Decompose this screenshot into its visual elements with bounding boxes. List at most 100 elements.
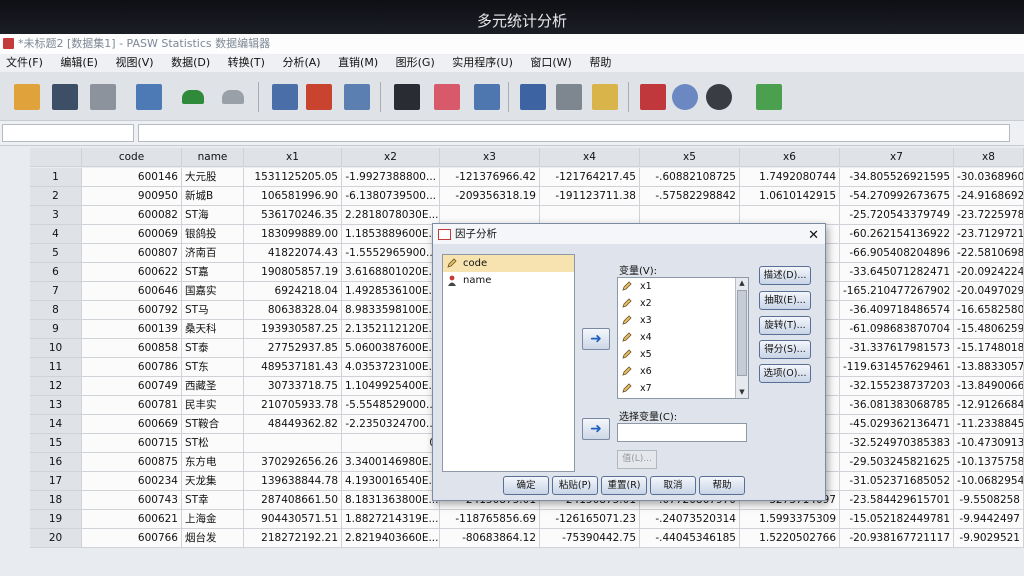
table-cell[interactable]: -6.1380739500... [342, 187, 440, 206]
table-cell[interactable]: -121764217.45 [540, 168, 640, 187]
menu-transform[interactable]: 转换(T) [228, 54, 265, 72]
table-cell[interactable]: -2.2350324700... [342, 415, 440, 434]
table-cell[interactable]: -13.8833057 [954, 358, 1024, 377]
table-cell[interactable]: 80638328.04 [244, 301, 342, 320]
table-cell[interactable]: 2.2818078030E... [342, 206, 440, 225]
table-cell[interactable]: -32.155238737203 [840, 377, 954, 396]
table-cell[interactable]: 218272192.21 [244, 529, 342, 548]
cancel-button[interactable]: 取消 [650, 476, 696, 495]
table-cell[interactable]: -191123711.38 [540, 187, 640, 206]
row-number[interactable]: 3 [30, 206, 82, 225]
table-cell[interactable]: 600622 [82, 263, 182, 282]
table-cell[interactable]: -25.720543379749 [840, 206, 954, 225]
table-cell[interactable]: 8.1831363800E... [342, 491, 440, 510]
row-number[interactable]: 12 [30, 377, 82, 396]
table-cell[interactable]: 27752937.85 [244, 339, 342, 358]
table-cell[interactable]: -209356318.19 [440, 187, 540, 206]
variable-item[interactable]: x5 [618, 346, 748, 363]
table-cell[interactable]: 904430571.51 [244, 510, 342, 529]
row-number[interactable]: 15 [30, 434, 82, 453]
table-cell[interactable]: 2.8219403660E... [342, 529, 440, 548]
table-cell[interactable]: 西藏圣 [182, 377, 244, 396]
table-cell[interactable]: 30733718.75 [244, 377, 342, 396]
table-cell[interactable]: 6924218.04 [244, 282, 342, 301]
rotation-button[interactable]: 旋转(T)... [759, 316, 811, 335]
table-cell[interactable]: 1.4928536100E... [342, 282, 440, 301]
table-cell[interactable]: 1.5993375309 [740, 510, 840, 529]
table-cell[interactable]: 3.3400146980E... [342, 453, 440, 472]
corner-cell[interactable] [30, 148, 82, 167]
table-cell[interactable]: 烟台发 [182, 529, 244, 548]
table-cell[interactable]: -12.9126684 [954, 396, 1024, 415]
reset-button[interactable]: 重置(R) [601, 476, 647, 495]
menu-graphs[interactable]: 图形(G) [396, 54, 435, 72]
table-cell[interactable]: 1531125205.05 [244, 168, 342, 187]
scroll-thumb[interactable] [737, 290, 747, 376]
table-cell[interactable]: 4.0353723100E... [342, 358, 440, 377]
variable-item[interactable]: x2 [618, 295, 748, 312]
table-cell[interactable]: -60.262154136922 [840, 225, 954, 244]
table-cell[interactable]: -45.029362136471 [840, 415, 954, 434]
table-cell[interactable]: ST泰 [182, 339, 244, 358]
column-header[interactable]: x5 [640, 148, 740, 167]
open-icon[interactable] [14, 84, 40, 110]
insert-cases-icon[interactable] [434, 84, 460, 110]
table-cell[interactable]: 大元股 [182, 168, 244, 187]
row-number[interactable]: 2 [30, 187, 82, 206]
column-header[interactable]: x2 [342, 148, 440, 167]
table-cell[interactable]: -75390442.75 [540, 529, 640, 548]
show-all-variables-icon[interactable] [706, 84, 732, 110]
table-cell[interactable]: -11.2338845 [954, 415, 1024, 434]
menu-direct-marketing[interactable]: 直销(M) [338, 54, 378, 72]
table-cell[interactable]: 国嘉实 [182, 282, 244, 301]
value-labels-icon[interactable] [640, 84, 666, 110]
table-cell[interactable]: 民丰实 [182, 396, 244, 415]
row-number[interactable]: 7 [30, 282, 82, 301]
table-cell[interactable]: ST东 [182, 358, 244, 377]
goto-variable-icon[interactable] [306, 84, 332, 110]
table-cell[interactable]: 1.5220502766 [740, 529, 840, 548]
row-number[interactable]: 5 [30, 244, 82, 263]
table-cell[interactable]: -126165071.23 [540, 510, 640, 529]
table-cell[interactable]: -119.631457629461 [840, 358, 954, 377]
table-cell[interactable]: -121376966.42 [440, 168, 540, 187]
table-cell[interactable]: 银鸽投 [182, 225, 244, 244]
table-cell[interactable]: 5.0600387600E... [342, 339, 440, 358]
table-cell[interactable]: -33.645071282471 [840, 263, 954, 282]
split-file-icon[interactable] [520, 84, 546, 110]
table-cell[interactable]: 48449362.82 [244, 415, 342, 434]
move-to-selection-button[interactable]: ➜ [582, 418, 610, 440]
insert-variable-icon[interactable] [474, 84, 500, 110]
undo-icon[interactable] [182, 90, 204, 104]
table-cell[interactable]: -.60882108725 [640, 168, 740, 187]
table-cell[interactable]: ST松 [182, 434, 244, 453]
table-cell[interactable]: 900950 [82, 187, 182, 206]
table-cell[interactable]: 600069 [82, 225, 182, 244]
extraction-button[interactable]: 抽取(E)... [759, 291, 811, 310]
column-header[interactable]: code [82, 148, 182, 167]
table-cell[interactable]: -118765856.69 [440, 510, 540, 529]
ok-button[interactable]: 确定 [503, 476, 549, 495]
menu-help[interactable]: 帮助 [589, 54, 611, 72]
table-cell[interactable]: 600669 [82, 415, 182, 434]
table-cell[interactable]: -5.5548529000... [342, 396, 440, 415]
menu-view[interactable]: 视图(V) [115, 54, 153, 72]
table-cell[interactable]: -.44045346185 [640, 529, 740, 548]
table-cell[interactable]: 600146 [82, 168, 182, 187]
table-cell[interactable]: -10.0682954 [954, 472, 1024, 491]
table-cell[interactable]: 41822074.43 [244, 244, 342, 263]
row-number[interactable]: 16 [30, 453, 82, 472]
select-cases-icon[interactable] [592, 84, 618, 110]
menu-edit[interactable]: 编辑(E) [60, 54, 98, 72]
row-number[interactable]: 19 [30, 510, 82, 529]
table-cell[interactable]: 183099889.00 [244, 225, 342, 244]
table-cell[interactable]: -15.052182449781 [840, 510, 954, 529]
help-button[interactable]: 帮助 [699, 476, 745, 495]
table-cell[interactable]: 2.1352112120E... [342, 320, 440, 339]
variable-item[interactable]: x1 [618, 278, 748, 295]
table-cell[interactable]: 210705933.78 [244, 396, 342, 415]
dialog-recall-icon[interactable] [136, 84, 162, 110]
row-number[interactable]: 13 [30, 396, 82, 415]
table-cell[interactable]: -15.4806259 [954, 320, 1024, 339]
table-cell[interactable]: -9.9029521 [954, 529, 1024, 548]
